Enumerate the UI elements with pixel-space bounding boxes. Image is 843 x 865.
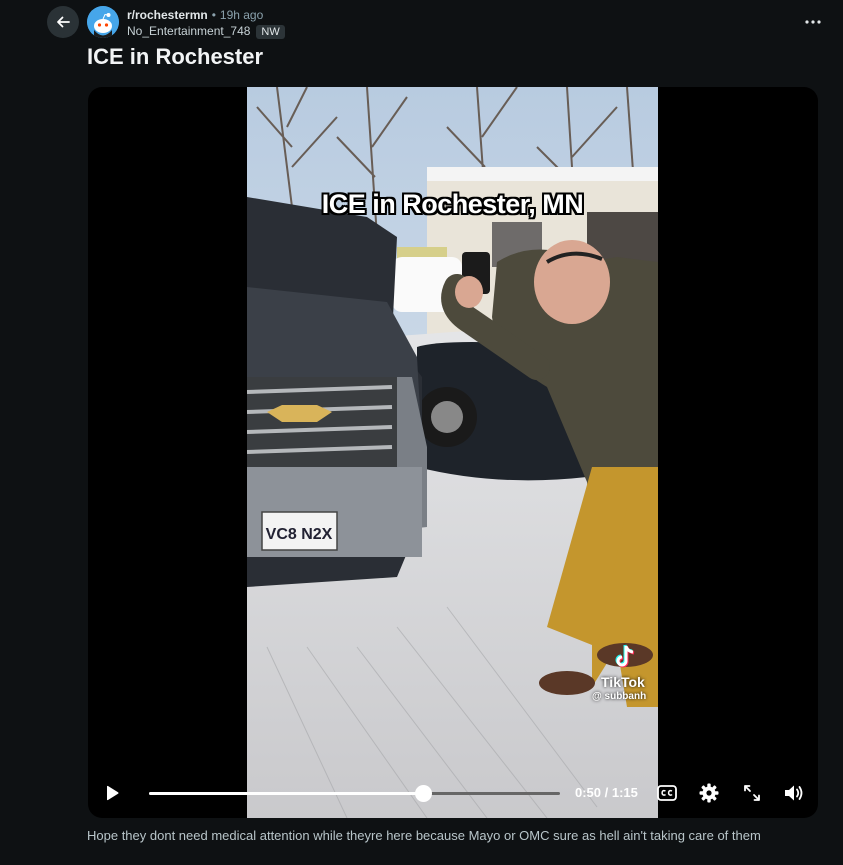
post-title[interactable]: ICE in Rochester [87,44,263,70]
post-body: Hope they dont need medical attention wh… [87,828,761,843]
play-icon [107,785,119,801]
arrow-left-icon [57,16,70,28]
video-player[interactable]: VC8 N2X ICE in Rochester, MN TikTok @ su… [88,87,818,818]
tiktok-watermark-user: @ subbanh [592,691,647,702]
more-options-button[interactable] [801,10,825,34]
user-flair: NW [256,24,285,39]
volume-icon [785,785,803,801]
video-frame[interactable]: VC8 N2X ICE in Rochester, MN TikTok @ su… [247,87,658,818]
video-controls: 0:50 / 1:15 [88,773,818,813]
license-plate-text: VC8 N2X [266,526,333,543]
subreddit-avatar[interactable] [87,6,119,38]
gear-icon [699,783,719,803]
more-horizontal-icon [805,20,821,24]
settings-button[interactable] [697,781,721,805]
post-meta: r/rochestermn • 19h ago No_Entertainment… [127,8,285,39]
time-readout: 0:50 / 1:15 [575,785,638,800]
video-overlay-text: ICE in Rochester, MN [321,189,584,219]
volume-button[interactable] [782,781,806,805]
expand-button[interactable] [740,781,764,805]
tiktok-watermark-brand: TikTok [601,674,645,690]
progress-thumb[interactable] [415,785,432,802]
back-button[interactable] [47,6,79,38]
play-button[interactable] [100,773,124,813]
post-time: 19h ago [219,8,264,22]
progress-track[interactable] [149,785,560,802]
captions-button[interactable] [655,781,679,805]
subreddit-link[interactable]: r/rochestermn [127,8,208,23]
expand-icon [744,785,760,801]
author-link[interactable]: No_Entertainment_748 [127,24,250,39]
closed-captions-icon [657,785,677,801]
tiktok-logo-icon [615,644,635,668]
progress-fill [149,792,423,795]
meta-separator: • [211,8,216,22]
